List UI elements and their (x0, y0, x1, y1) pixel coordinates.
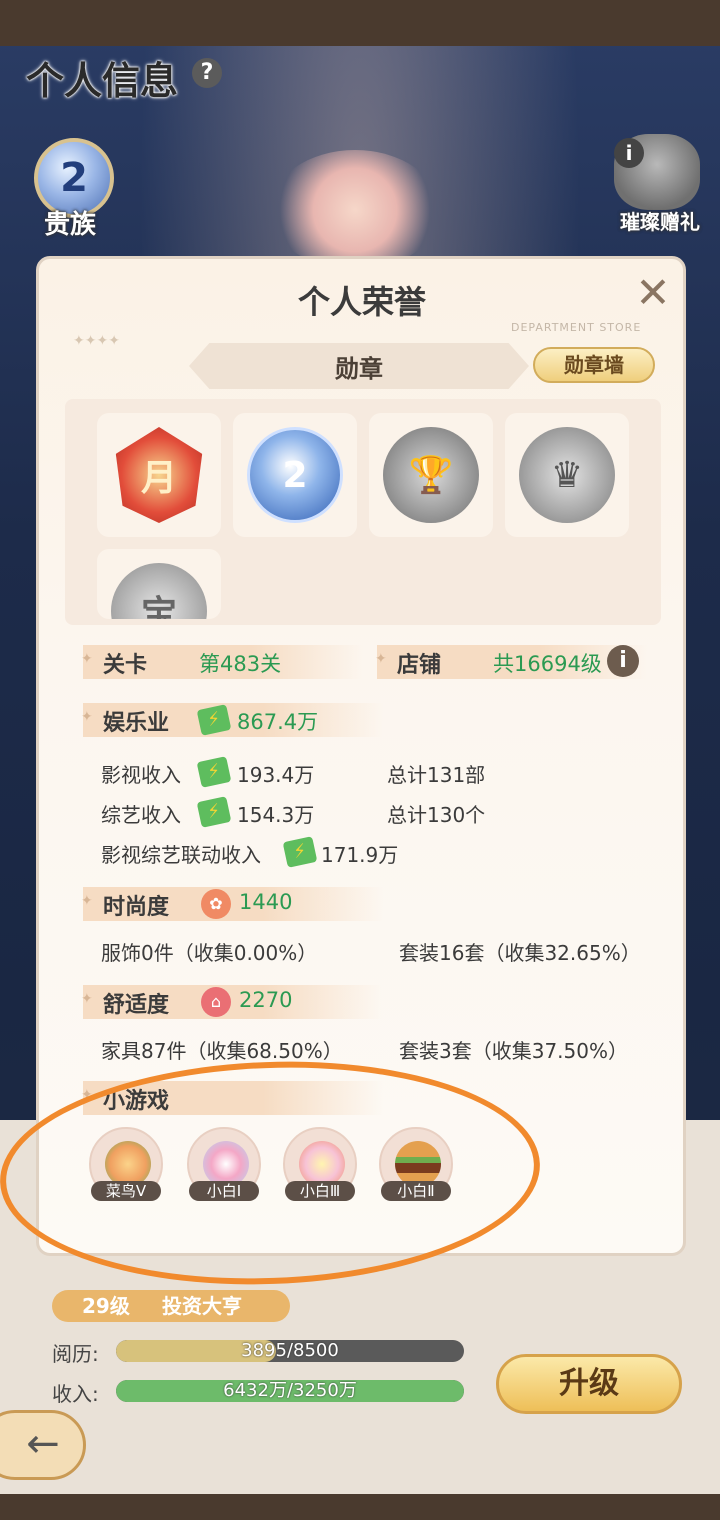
film-total: 总计131部 (387, 763, 486, 787)
experience-value: 3895/8500 (241, 1340, 339, 1361)
bottom-bar (0, 1494, 720, 1520)
shop-info-icon[interactable]: i (607, 645, 639, 677)
month-medal-icon: 月 (115, 427, 203, 523)
rank-text: 投资大亨 (162, 1294, 242, 1318)
noble-2-medal-icon: 2 (247, 427, 343, 523)
level-text: 29级 (82, 1294, 130, 1318)
shop-label: 店铺 (397, 653, 442, 678)
sparkle-icon: ✦ (81, 893, 93, 909)
close-icon[interactable]: ✕ (633, 272, 673, 314)
upgrade-button[interactable]: 升级 (496, 1354, 682, 1414)
help-icon[interactable]: ? (192, 58, 222, 88)
medal-slot[interactable]: 🏆 (369, 413, 493, 537)
comfort-value: 2270 (239, 988, 293, 1012)
comfort-items: 家具87件（收集68.50%） (101, 1039, 343, 1063)
back-arrow-icon[interactable]: ← (0, 1410, 86, 1480)
variety-income-label: 综艺收入 (101, 803, 181, 827)
comfort-sets: 套装3套（收集37.50%） (399, 1039, 628, 1063)
experience-label: 阅历: (52, 1342, 99, 1366)
crown-medal-icon: ♛ (519, 427, 615, 523)
cash-icon: ⚡ (196, 796, 232, 828)
medal-wall-button[interactable]: 勋章墙 (533, 347, 655, 383)
cash-icon: ⚡ (196, 756, 232, 788)
combo-income-label: 影视综艺联动收入 (101, 843, 261, 867)
oscar-trophy-medal-icon: 🏆 (383, 427, 479, 523)
combo-income-value: 171.9万 (321, 843, 399, 867)
income-label: 收入: (52, 1382, 99, 1406)
medal-tab-label: 勋章 (335, 355, 383, 383)
stage-label: 关卡 (103, 653, 148, 678)
medal-slot[interactable]: ♛ (505, 413, 629, 537)
film-income-value: 193.4万 (237, 763, 315, 787)
top-bar (0, 0, 720, 46)
film-income-label: 影视收入 (101, 763, 181, 787)
sparkle-icon: ✦ (375, 651, 387, 667)
medal-slot[interactable]: 2 (233, 413, 357, 537)
dialog-title: 个人荣誉 (297, 283, 426, 321)
shop-value: 共16694级 (493, 652, 602, 676)
sparkle-icon: ✦ (81, 991, 93, 1007)
fashion-icon: ✿ (201, 889, 231, 919)
fashion-value: 1440 (239, 890, 293, 914)
gift-info-icon[interactable]: i (614, 138, 644, 168)
cash-icon: ⚡ (282, 836, 318, 868)
department-store-text: DEPARTMENT STORE (511, 321, 642, 334)
income-value: 6432万/3250万 (223, 1380, 357, 1401)
noble-label: 贵族 (44, 210, 97, 240)
variety-total: 总计130个 (387, 803, 486, 827)
stage-value: 第483关 (199, 652, 282, 676)
home-icon: ⌂ (201, 987, 231, 1017)
sparkle-icon: ✦ (81, 651, 93, 667)
partial-medal-icon: 宝 (111, 563, 207, 619)
sparkle-icon: ✦ (81, 709, 93, 725)
medal-slot[interactable]: 宝 (97, 549, 221, 619)
fashion-sets: 套装16套（收集32.65%） (399, 941, 641, 965)
entertainment-value: 867.4万 (237, 710, 319, 734)
comfort-label: 舒适度 (103, 993, 170, 1018)
sparkle-decoration: ✦✦✦✦ (73, 333, 120, 349)
experience-bar: 3895/8500 (116, 1340, 464, 1362)
fashion-label: 时尚度 (103, 895, 170, 920)
variety-income-value: 154.3万 (237, 803, 315, 827)
level-pill: 29级 投资大亨 (52, 1290, 290, 1322)
gift-label: 璀璨赠礼 (620, 210, 700, 234)
page-title: 个人信息 (26, 59, 179, 103)
flower-decoration (270, 150, 440, 270)
fashion-items: 服饰0件（收集0.00%） (101, 941, 318, 965)
income-bar: 6432万/3250万 (116, 1380, 464, 1402)
medal-grid: 月 2 🏆 ♛ 宝 (65, 399, 661, 625)
medal-slot[interactable]: 月 (97, 413, 221, 537)
entertainment-label: 娱乐业 (103, 711, 170, 736)
